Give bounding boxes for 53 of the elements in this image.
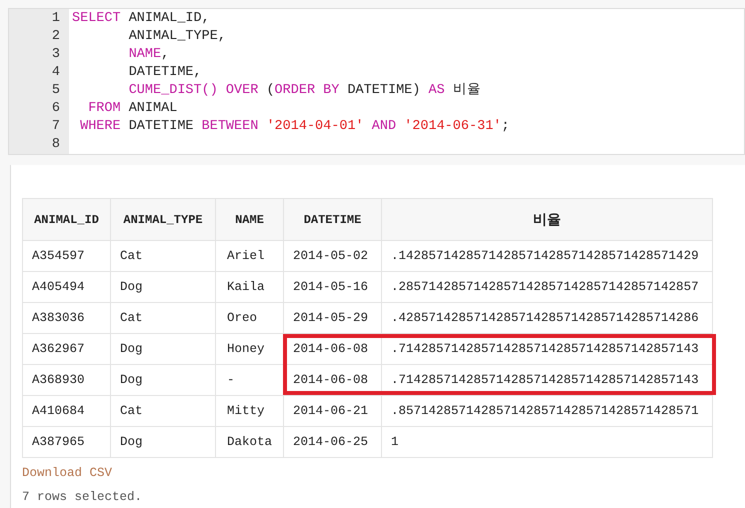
table-cell: 2014-06-25 [284,426,382,458]
table-cell: .8571428571428571428571428571428571428571 [382,396,713,426]
table-cell: Dakota [216,426,284,458]
table-cell: 2014-05-16 [284,272,382,302]
table-cell: 2014-06-21 [284,396,382,426]
table-cell: A405494 [22,272,110,302]
table-cell: Cat [110,240,216,272]
table-cell: 1 [382,426,713,458]
table-cell: Dog [110,334,216,364]
code-line: ANIMAL_TYPE, [128,28,226,46]
line-number: 8 [50,136,60,154]
column-header: ANIMAL_TYPE [110,198,216,240]
line-number: 7 [50,118,60,136]
code-editor[interactable]: 1 2 3 4 5 6 7 8 SELECT ANIMAL_ID, ANIMAL_TYPE, NAME, DATETIME, CUME_DIST() OVER (ORDER BY DATETIME) AS 비율 FROM ANIMAL WHERE DATETIME BETWEEN '2014-04-01' AND '2014-06-31'; [8,8,745,155]
table-cell: 2014-05-29 [284,302,382,334]
rows-selected-status: 7 rows selected. [22,489,144,506]
column-header: DATETIME [284,198,382,240]
table-cell: A354597 [22,240,110,272]
column-header: ANIMAL_ID [22,198,110,240]
line-number: 4 [50,64,60,82]
table-cell: .1428571428571428571428571428571428571429 [382,240,713,272]
line-number: 2 [50,28,60,46]
line-number: 3 [50,46,60,64]
line-number: 5 [50,82,60,100]
table-cell: Cat [110,302,216,334]
table-cell: Dog [110,426,216,458]
table-cell: Oreo [216,302,284,334]
table-cell: A387965 [22,426,110,458]
table-cell: Kaila [216,272,284,302]
column-header: NAME [216,198,284,240]
column-header: 비율 [382,198,713,240]
line-number: 1 [50,10,60,28]
code-line: DATETIME, [128,64,202,82]
code-line: WHERE DATETIME BETWEEN '2014-04-01' AND '2014-06-31'; [79,118,510,136]
table-cell: 2014-06-08 [284,364,382,396]
line-number: 6 [50,100,60,118]
code-line: SELECT ANIMAL_ID, [72,10,210,28]
table-cell: Ariel [216,240,284,272]
table-cell: A368930 [22,364,110,396]
table-cell: 2014-05-02 [284,240,382,272]
download-csv-link[interactable]: Download CSV [22,466,112,480]
table-cell: A410684 [22,396,110,426]
table-cell: A383036 [22,302,110,334]
table-cell: Dog [110,272,216,302]
table-cell: .4285714285714285714285714285714285714286 [382,302,713,334]
table-cell: Cat [110,396,216,426]
table-cell: Mitty [216,396,284,426]
table-cell: Dog [110,364,216,396]
code-line: NAME, [128,46,170,64]
table-cell: .2857142857142857142857142857142857142857 [382,272,713,302]
table-cell: A362967 [22,334,110,364]
code-line: FROM ANIMAL [87,100,178,118]
code-line: CUME_DIST() OVER (ORDER BY DATETIME) AS 비율 [128,82,481,100]
